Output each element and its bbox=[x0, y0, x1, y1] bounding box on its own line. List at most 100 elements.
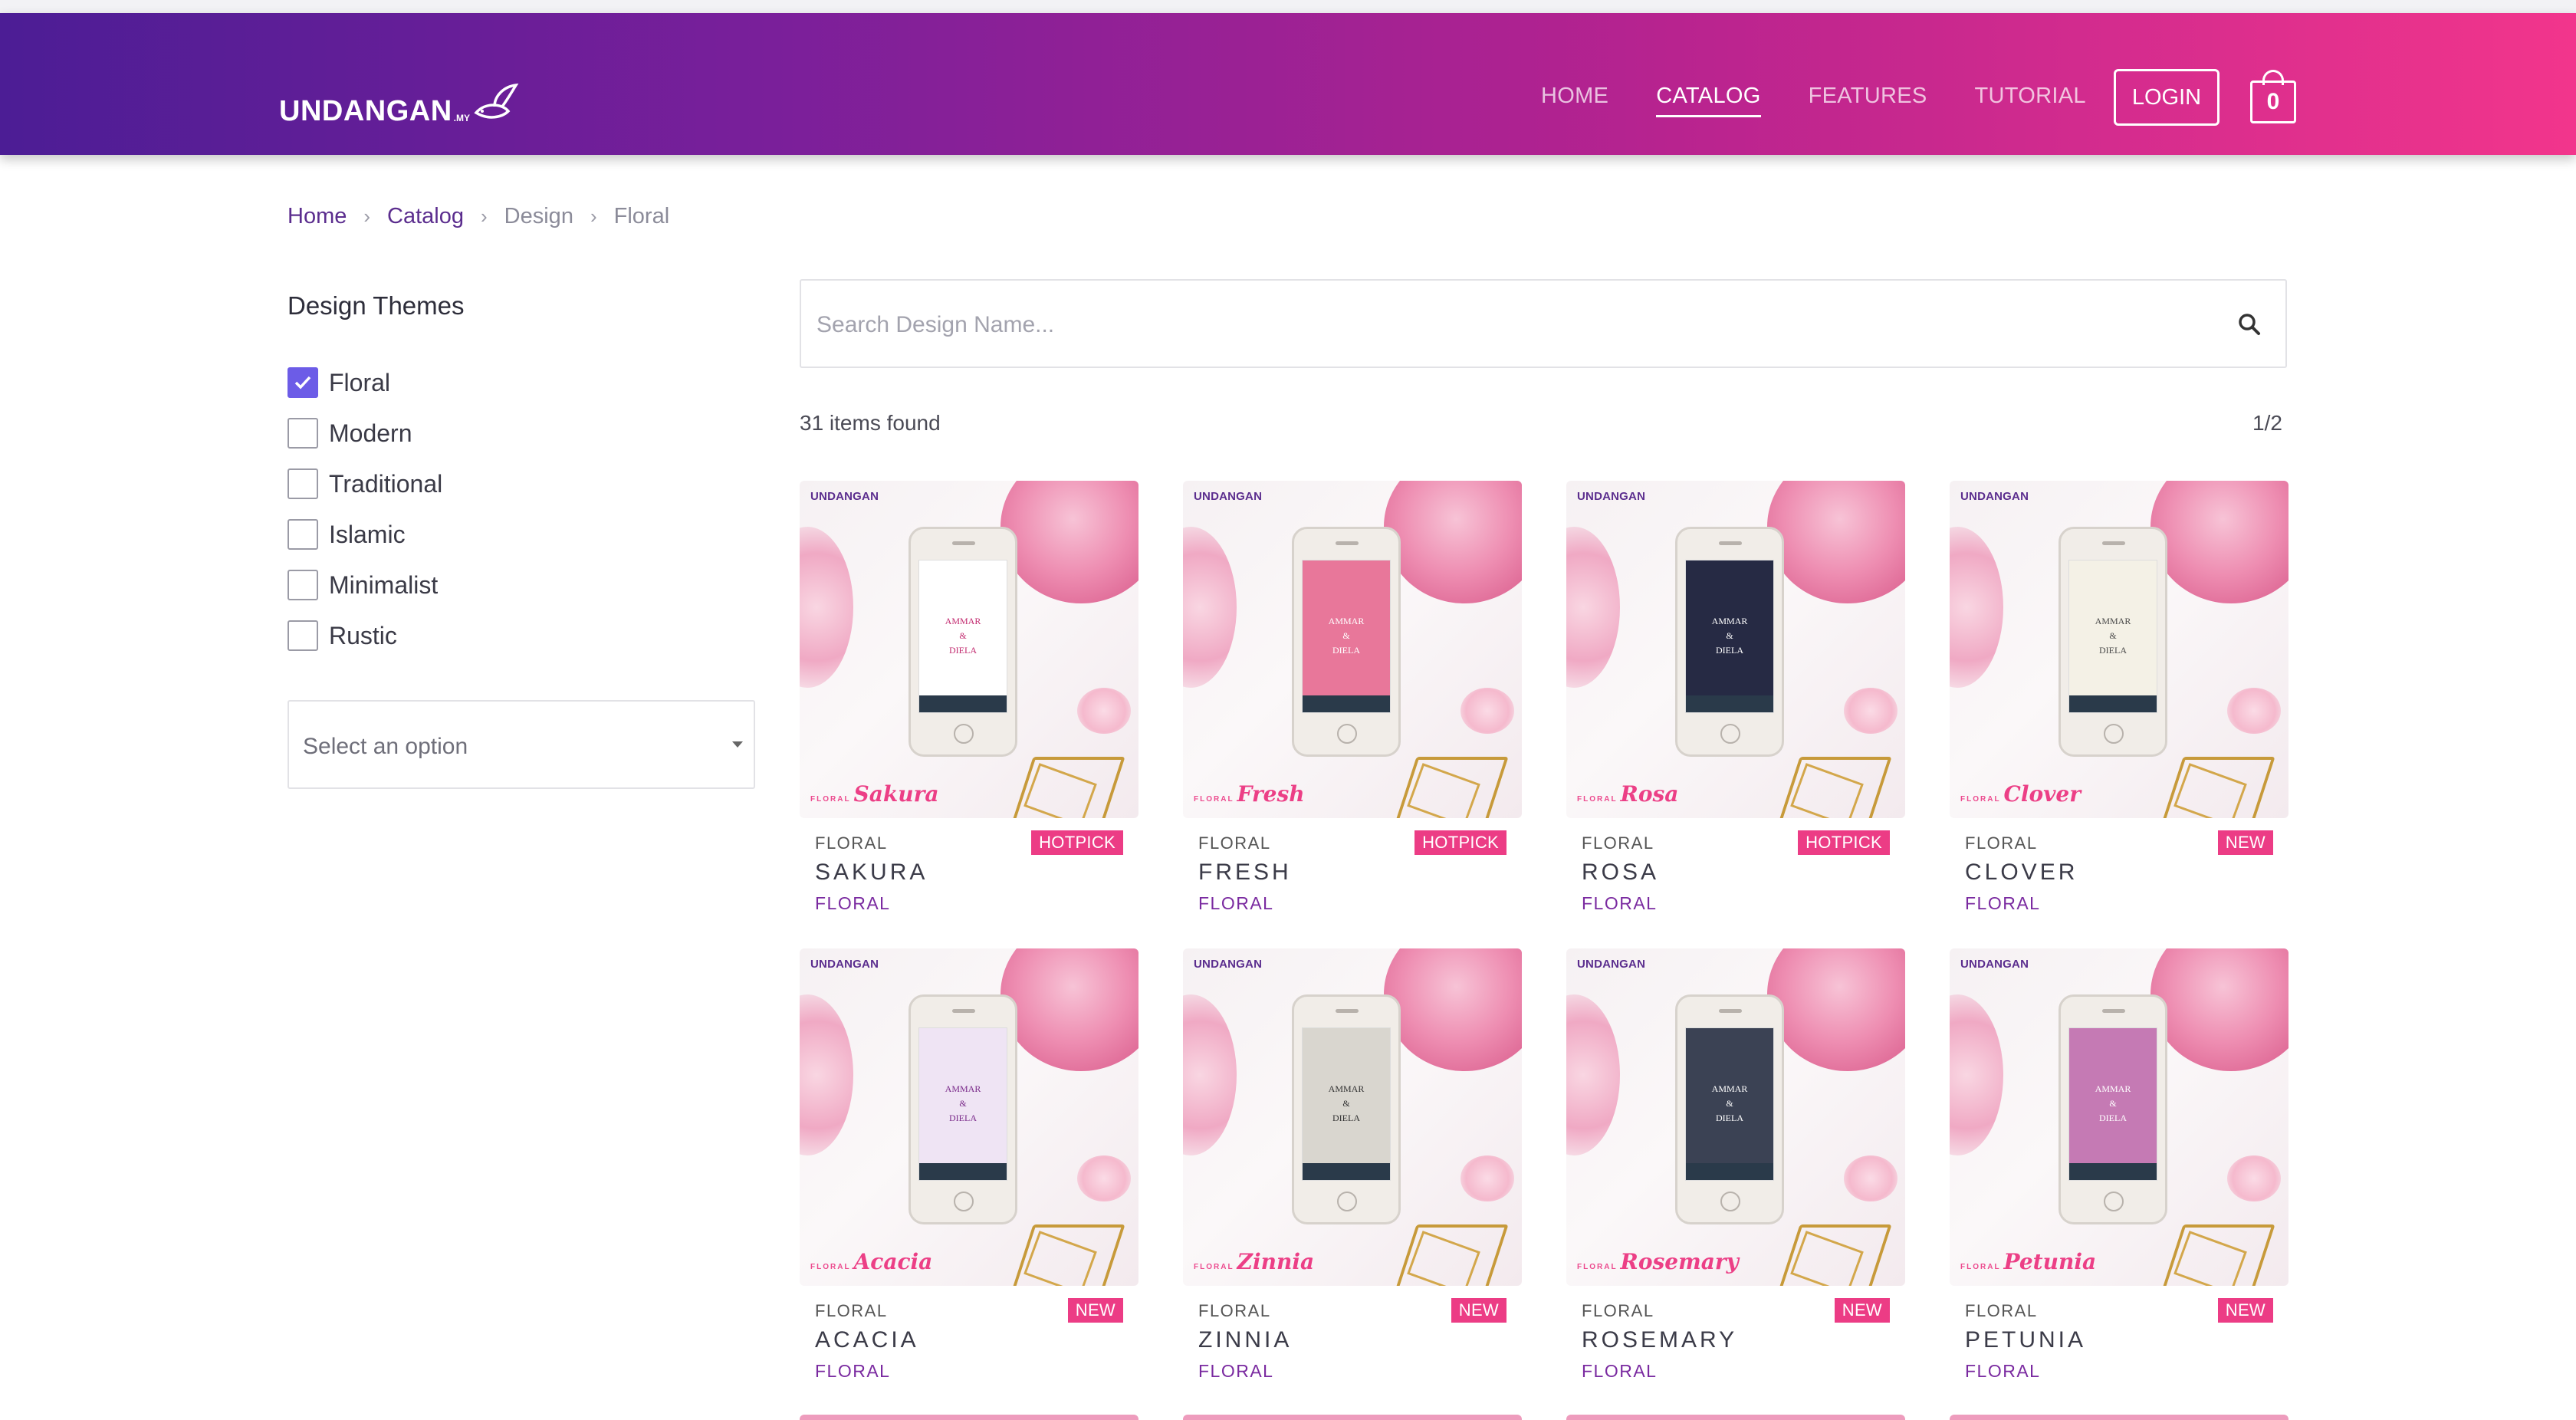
design-preview-image[interactable]: UNDANGAN AMMAR & DIELA bbox=[1566, 948, 1905, 1286]
invitation-name-1: AMMAR bbox=[945, 616, 981, 626]
filter-floral[interactable]: Floral bbox=[288, 357, 442, 408]
invitation-name-2: DIELA bbox=[1716, 1113, 1743, 1124]
design-name[interactable]: ROSA bbox=[1582, 860, 1659, 886]
filter-modern[interactable]: Modern bbox=[288, 408, 442, 459]
design-tag[interactable]: FLORAL bbox=[1582, 893, 1657, 914]
design-tag[interactable]: FLORAL bbox=[815, 1361, 890, 1382]
design-tag[interactable]: FLORAL bbox=[815, 893, 890, 914]
design-card[interactable]: UNDANGAN AMMAR & DIELA bbox=[1950, 948, 2288, 1393]
sort-select[interactable]: Select an option bbox=[288, 700, 755, 789]
collection-label: FLORAL Petunia bbox=[1960, 1249, 2096, 1274]
design-tag[interactable]: FLORAL bbox=[1198, 893, 1273, 914]
breadcrumb-home[interactable]: Home bbox=[288, 204, 347, 229]
design-tag[interactable]: FLORAL bbox=[1582, 1361, 1657, 1382]
phone-speaker bbox=[2102, 1009, 2125, 1013]
nav-tutorial[interactable]: TUTORIAL bbox=[1975, 84, 2086, 117]
phone-mockup: AMMAR & DIELA bbox=[2058, 994, 2167, 1224]
card-category: FLORAL bbox=[1582, 1301, 1654, 1320]
checkbox[interactable] bbox=[288, 620, 318, 651]
collection-label: FLORAL Sakura bbox=[810, 781, 939, 807]
design-name[interactable]: ZINNIA bbox=[1198, 1327, 1292, 1353]
nav-features[interactable]: FEATURES bbox=[1809, 84, 1927, 117]
phone-mockup: AMMAR & DIELA bbox=[1675, 994, 1784, 1224]
invitation-name-1: AMMAR bbox=[1711, 616, 1748, 626]
design-name[interactable]: SAKURA bbox=[815, 860, 928, 886]
cart-button[interactable]: 0 bbox=[2250, 70, 2296, 125]
card-brand-logo: UNDANGAN bbox=[810, 490, 879, 503]
checkbox[interactable] bbox=[288, 468, 318, 499]
design-card[interactable]: UNDANGAN AMMAR & DIELA bbox=[1183, 481, 1522, 925]
invitation-name-2: DIELA bbox=[2099, 645, 2127, 656]
flower-decoration bbox=[1384, 948, 1522, 1071]
design-preview-image[interactable]: UNDANGAN AMMAR & DIELA bbox=[1183, 481, 1522, 818]
search-icon[interactable] bbox=[2236, 311, 2262, 337]
checkbox[interactable] bbox=[288, 570, 318, 600]
invitation-screen: AMMAR & DIELA bbox=[918, 560, 1007, 713]
flower-decoration bbox=[800, 994, 853, 1155]
design-preview-image[interactable]: UNDANGAN AMMAR & DIELA bbox=[1950, 481, 2288, 818]
flower-decoration bbox=[1844, 1155, 1898, 1201]
design-preview-image[interactable]: UNDANGAN AMMAR & DIELA bbox=[1183, 948, 1522, 1286]
filter-label: Rustic bbox=[329, 621, 397, 649]
design-card[interactable]: UNDANGAN AMMAR & DIELA bbox=[800, 948, 1138, 1393]
invitation-name-2: DIELA bbox=[949, 1113, 977, 1124]
checkbox[interactable] bbox=[288, 418, 318, 449]
filter-minimalist[interactable]: Minimalist bbox=[288, 560, 442, 610]
design-preview-image[interactable]: UNDANGAN AMMAR & DIELA bbox=[1950, 948, 2288, 1286]
filter-rustic[interactable]: Rustic bbox=[288, 610, 442, 661]
status-badge: NEW bbox=[1067, 1298, 1123, 1323]
nav-home[interactable]: HOME bbox=[1541, 84, 1608, 117]
login-button[interactable]: LOGIN bbox=[2114, 69, 2220, 126]
invitation-name-2: DIELA bbox=[1332, 645, 1360, 656]
phone-speaker bbox=[1719, 1009, 1742, 1013]
invitation-names: AMMAR & DIELA bbox=[919, 614, 1007, 659]
status-badge: HOTPICK bbox=[1414, 830, 1506, 855]
filter-traditional[interactable]: Traditional bbox=[288, 459, 442, 509]
breadcrumb-catalog[interactable]: Catalog bbox=[387, 204, 464, 229]
phone-mockup: AMMAR & DIELA bbox=[1292, 527, 1401, 757]
design-preview-image[interactable]: UNDANGAN AMMAR & DIELA bbox=[800, 481, 1138, 818]
invitation-bottom-bar bbox=[2069, 695, 2157, 712]
design-card[interactable]: UNDANGAN AMMAR & DIELA bbox=[1566, 948, 1905, 1393]
filter-islamic[interactable]: Islamic bbox=[288, 509, 442, 560]
checkbox[interactable] bbox=[288, 519, 318, 550]
design-card[interactable]: UNDANGAN AMMAR & DIELA bbox=[800, 481, 1138, 925]
card-category: FLORAL bbox=[815, 833, 888, 853]
nav-catalog[interactable]: CATALOG bbox=[1656, 84, 1761, 117]
checkbox-checked[interactable] bbox=[288, 367, 318, 398]
status-badge: HOTPICK bbox=[1798, 830, 1890, 855]
design-tag[interactable]: FLORAL bbox=[1965, 893, 2040, 914]
design-name[interactable]: ROSEMARY bbox=[1582, 1327, 1737, 1353]
card-brand-logo: UNDANGAN bbox=[1194, 490, 1263, 503]
flower-decoration bbox=[1183, 994, 1237, 1155]
invitation-ampersand: & bbox=[1342, 1098, 1350, 1109]
design-card[interactable]: UNDANGAN AMMAR & DIELA bbox=[1183, 948, 1522, 1393]
design-card[interactable]: UNDANGAN AMMAR & DIELA bbox=[1566, 481, 1905, 925]
phone-mockup: AMMAR & DIELA bbox=[1675, 527, 1784, 757]
phone-speaker bbox=[952, 1009, 975, 1013]
logo[interactable]: UNDANGAN .MY bbox=[279, 67, 519, 128]
design-name[interactable]: PETUNIA bbox=[1965, 1327, 2086, 1353]
design-name[interactable]: CLOVER bbox=[1965, 860, 2078, 886]
design-tag[interactable]: FLORAL bbox=[1965, 1361, 2040, 1382]
design-tag[interactable]: FLORAL bbox=[1198, 1361, 1273, 1382]
collection-small: FLORAL bbox=[810, 1263, 851, 1271]
invitation-bottom-bar bbox=[1303, 1163, 1390, 1180]
invitation-ampersand: & bbox=[2109, 1098, 2117, 1109]
design-name[interactable]: FRESH bbox=[1198, 860, 1292, 886]
flower-decoration bbox=[1844, 688, 1898, 734]
design-card[interactable]: UNDANGAN AMMAR & DIELA bbox=[1950, 481, 2288, 925]
design-name[interactable]: ACACIA bbox=[815, 1327, 919, 1353]
design-preview-image[interactable]: UNDANGAN AMMAR & DIELA bbox=[1566, 481, 1905, 818]
flower-decoration bbox=[1077, 1155, 1131, 1201]
design-preview-image[interactable]: UNDANGAN AMMAR & DIELA bbox=[800, 948, 1138, 1286]
invitation-bottom-bar bbox=[1686, 695, 1773, 712]
invitation-ampersand: & bbox=[959, 1098, 967, 1109]
chevron-right-icon: › bbox=[363, 205, 371, 228]
invitation-name-1: AMMAR bbox=[2095, 1083, 2131, 1094]
flower-decoration bbox=[1183, 527, 1237, 688]
status-badge: NEW bbox=[2217, 1298, 2273, 1323]
search-input[interactable] bbox=[816, 302, 2196, 348]
collection-small: FLORAL bbox=[1194, 1263, 1234, 1271]
invitation-screen: AMMAR & DIELA bbox=[1685, 1027, 1774, 1181]
